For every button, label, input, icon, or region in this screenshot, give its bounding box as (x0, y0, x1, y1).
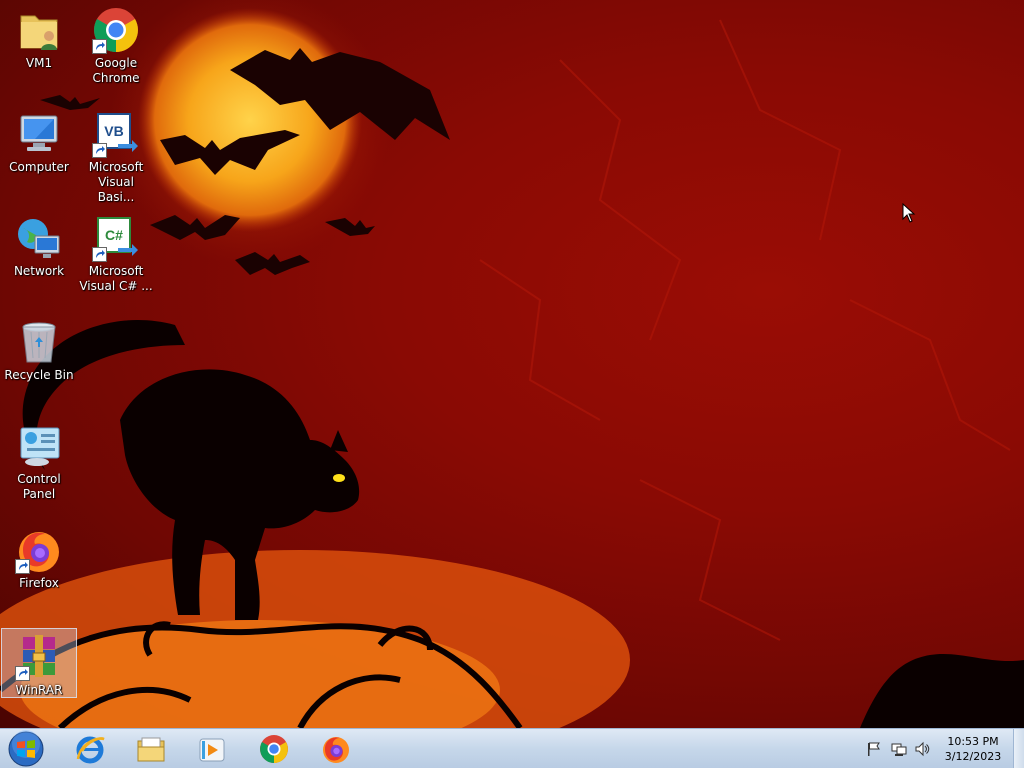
desktop-icon-label: Network (13, 264, 65, 278)
shortcut-arrow-icon (92, 247, 107, 262)
shortcut-arrow-icon (92, 143, 107, 158)
media-player-icon (199, 738, 225, 762)
file-explorer-icon (137, 737, 165, 762)
internet-explorer-icon (76, 736, 105, 764)
control-panel-icon (15, 422, 63, 470)
taskbar: 10:53 PM 3/12/2023 (0, 728, 1024, 768)
desktop-icon-label: Microsoft Visual Basi... (88, 160, 144, 204)
mouse-cursor-icon (902, 203, 916, 223)
start-button[interactable] (4, 730, 48, 768)
taskbar-media-player-button[interactable] (184, 730, 240, 768)
windows-logo-icon (8, 730, 44, 767)
taskbar-windows-explorer-button[interactable] (123, 730, 179, 768)
desktop-icon-computer[interactable]: Computer (1, 106, 77, 202)
system-clock[interactable]: 10:53 PM 3/12/2023 (930, 734, 1016, 764)
shortcut-arrow-icon (92, 39, 107, 54)
firefox-icon (323, 737, 349, 763)
volume-icon[interactable] (914, 741, 930, 757)
desktop-icon-google-chrome[interactable]: Google Chrome (78, 2, 154, 98)
taskbar-internet-explorer-button[interactable] (62, 730, 118, 768)
visual-basic-icon: VB (92, 110, 140, 158)
chrome-icon (92, 6, 140, 54)
visual-csharp-icon: C# (92, 214, 140, 262)
taskbar-google-chrome-button[interactable] (246, 730, 302, 768)
desktop-icon-control-panel[interactable]: Control Panel (1, 418, 77, 514)
desktop-icon-label: Recycle Bin (4, 368, 74, 382)
desktop[interactable]: VM1 Google Chrome Computer VB Microsoft … (0, 0, 1024, 728)
computer-icon (15, 110, 63, 158)
svg-text:VB: VB (104, 123, 123, 139)
desktop-icon-label: Computer (9, 160, 69, 174)
desktop-icon-label: Microsoft Visual C# ... (79, 264, 153, 293)
desktop-icon-label: Google Chrome (92, 56, 140, 85)
desktop-icon-visual-basic[interactable]: VB Microsoft Visual Basi... (78, 106, 154, 204)
svg-text:C#: C# (105, 227, 123, 243)
desktop-icon-label: Control Panel (17, 472, 61, 501)
desktop-icon-label: Firefox (19, 576, 59, 590)
clock-date: 3/12/2023 (944, 750, 1002, 763)
desktop-icon-visual-csharp[interactable]: C# Microsoft Visual C# ... (78, 210, 154, 306)
action-center-flag-icon[interactable] (866, 741, 882, 757)
chrome-icon (260, 735, 288, 763)
show-desktop-button[interactable] (1013, 729, 1024, 768)
desktop-icon-firefox[interactable]: Firefox (1, 522, 77, 618)
network-icon (15, 214, 63, 262)
desktop-icon-label: WinRAR (15, 683, 63, 697)
winrar-icon (15, 633, 63, 681)
firefox-icon (15, 526, 63, 574)
desktop-icon-label: VM1 (25, 56, 53, 70)
recycle-bin-icon (15, 318, 63, 366)
shortcut-arrow-icon (15, 666, 30, 681)
desktop-icon-network[interactable]: Network (1, 210, 77, 306)
shortcut-arrow-icon (15, 559, 30, 574)
taskbar-firefox-button[interactable] (308, 730, 364, 768)
desktop-icon-recycle-bin[interactable]: Recycle Bin (1, 314, 77, 410)
network-tray-icon[interactable] (891, 741, 907, 757)
desktop-icon-vm1[interactable]: VM1 (1, 2, 77, 98)
user-folder-icon (15, 6, 63, 54)
clock-time: 10:53 PM (947, 735, 999, 748)
desktop-icon-winrar[interactable]: WinRAR (1, 628, 77, 698)
